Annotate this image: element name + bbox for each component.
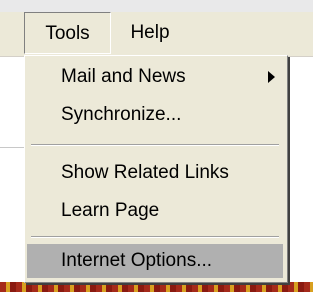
menu-item-synchronize[interactable]: Synchronize... [27,98,283,132]
tools-dropdown-menu: Mail and News Synchronize... Show Relate… [24,55,288,283]
menu-bar: Tools Help [0,12,313,57]
menu-item-label: Mail and News [61,66,186,87]
page-image-strip [0,282,313,292]
partial-window-content-top [0,0,313,12]
menu-separator [31,236,279,238]
submenu-arrow-icon [268,71,275,83]
menu-tools[interactable]: Tools [24,12,111,54]
menu-item-label: Learn Page [61,200,160,221]
menu-item-label: Internet Options... [61,250,213,271]
menu-item-learn-page[interactable]: Learn Page [27,194,283,228]
divider [0,147,24,148]
menu-item-label: Synchronize... [61,104,182,125]
menu-item-internet-options[interactable]: Internet Options... [27,244,283,278]
menu-help[interactable]: Help [120,12,180,54]
menu-item-show-related-links[interactable]: Show Related Links [27,156,283,190]
menu-item-label: Show Related Links [61,162,229,183]
menu-separator [31,144,279,146]
menu-item-mail-and-news[interactable]: Mail and News [27,60,283,94]
